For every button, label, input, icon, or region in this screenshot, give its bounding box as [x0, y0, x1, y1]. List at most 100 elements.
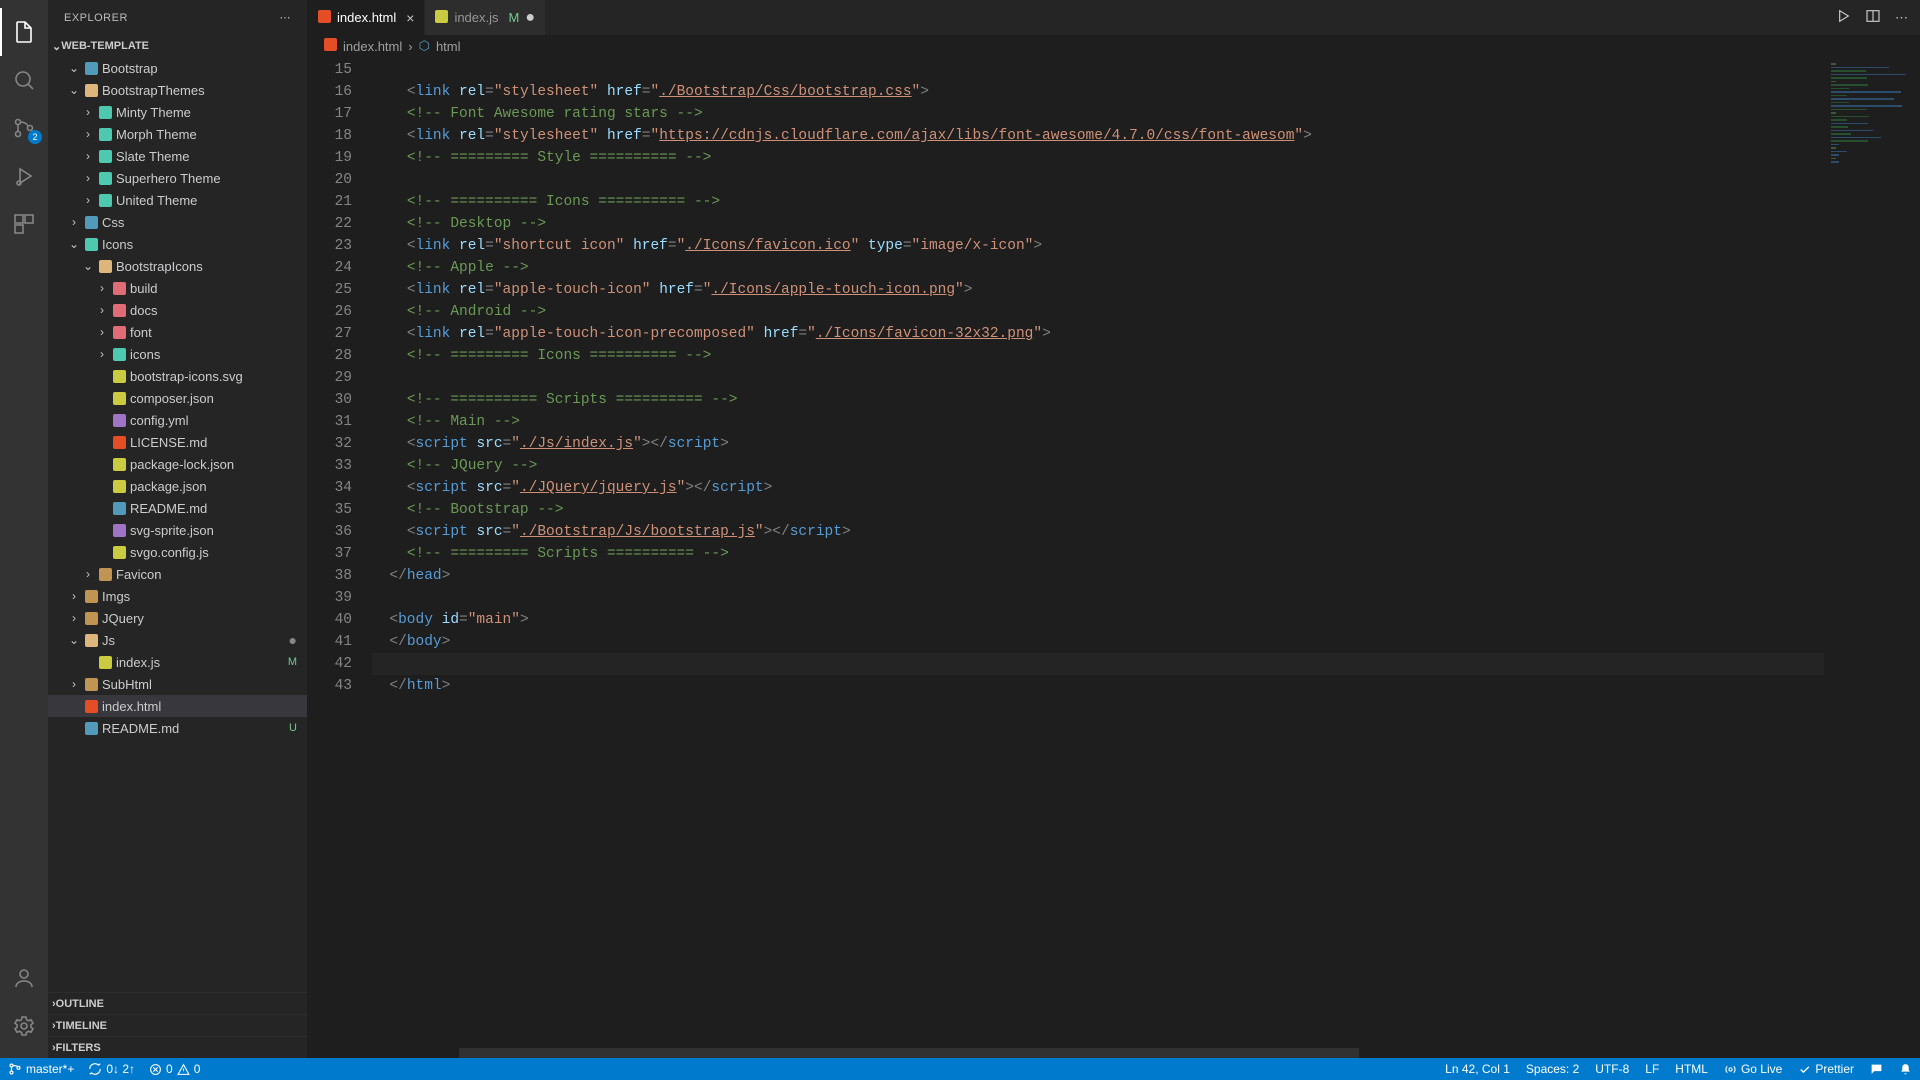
code-line[interactable]: </body>	[372, 631, 1824, 653]
filters-section[interactable]: ›FILTERS	[48, 1036, 307, 1058]
tree-item[interactable]: index.jsM	[48, 651, 307, 673]
editor-tab[interactable]: index.html×	[308, 0, 425, 35]
tree-item[interactable]: ›Css	[48, 211, 307, 233]
code-content[interactable]: <link rel="stylesheet" href="./Bootstrap…	[372, 57, 1824, 1058]
tree-item[interactable]: ⌄Icons	[48, 233, 307, 255]
tabs: index.html×index.jsM● ⋯	[308, 0, 1920, 35]
activity-source-control[interactable]: 2	[0, 104, 48, 152]
status-feedback-icon[interactable]	[1870, 1063, 1883, 1076]
tree-item[interactable]: ›Favicon	[48, 563, 307, 585]
status-problems[interactable]: 0 0	[149, 1062, 200, 1076]
tree-item[interactable]: ›Imgs	[48, 585, 307, 607]
tree-item[interactable]: ›Superhero Theme	[48, 167, 307, 189]
status-cursor[interactable]: Ln 42, Col 1	[1445, 1062, 1510, 1076]
chevron-icon: ›	[94, 325, 110, 339]
tree-item[interactable]: README.md	[48, 497, 307, 519]
code-line[interactable]: <link rel="shortcut icon" href="./Icons/…	[372, 235, 1824, 257]
tree-item[interactable]: ›build	[48, 277, 307, 299]
code-line[interactable]: </html>	[372, 675, 1824, 697]
activity-run-debug[interactable]	[0, 152, 48, 200]
code-line[interactable]	[372, 653, 1824, 675]
tree-item[interactable]: ›SubHtml	[48, 673, 307, 695]
code-line[interactable]: <!-- JQuery -->	[372, 455, 1824, 477]
activity-explorer[interactable]	[0, 8, 48, 56]
code-line[interactable]: <!-- Font Awesome rating stars -->	[372, 103, 1824, 125]
code-line[interactable]: <!-- Main -->	[372, 411, 1824, 433]
activity-extensions[interactable]	[0, 200, 48, 248]
code-line[interactable]: </head>	[372, 565, 1824, 587]
code-line[interactable]: <!-- ========= Scripts ========== -->	[372, 543, 1824, 565]
code-line[interactable]: <body id="main">	[372, 609, 1824, 631]
code-line[interactable]: <!-- ========= Style ========== -->	[372, 147, 1824, 169]
tree-item[interactable]: ›United Theme	[48, 189, 307, 211]
horizontal-scrollbar[interactable]	[372, 1048, 1824, 1058]
editor-body[interactable]: 1516171819202122232425262728293031323334…	[308, 57, 1920, 1058]
code-line[interactable]	[372, 367, 1824, 389]
code-line[interactable]	[372, 587, 1824, 609]
code-line[interactable]: <!-- ========= Icons ========== -->	[372, 345, 1824, 367]
status-golive[interactable]: Go Live	[1724, 1062, 1782, 1076]
timeline-section[interactable]: ›TIMELINE	[48, 1014, 307, 1036]
editor-tab[interactable]: index.jsM●	[425, 0, 546, 35]
status-encoding[interactable]: UTF-8	[1595, 1062, 1629, 1076]
status-eol[interactable]: LF	[1645, 1062, 1659, 1076]
tree-item[interactable]: ⌄Bootstrap	[48, 57, 307, 79]
sidebar-more-icon[interactable]: ⋯	[280, 11, 292, 24]
code-line[interactable]: <link rel="stylesheet" href="https://cdn…	[372, 125, 1824, 147]
code-line[interactable]: <link rel="apple-touch-icon-precomposed"…	[372, 323, 1824, 345]
code-line[interactable]: <!-- ========== Icons ========== -->	[372, 191, 1824, 213]
activity-search[interactable]	[0, 56, 48, 104]
code-line[interactable]: <!-- Bootstrap -->	[372, 499, 1824, 521]
tree-item[interactable]: package.json	[48, 475, 307, 497]
tree-item-label: index.html	[102, 699, 297, 714]
activity-settings[interactable]	[0, 1002, 48, 1050]
breadcrumbs[interactable]: index.html › ⬡ html	[308, 35, 1920, 57]
tree-item[interactable]: ›Minty Theme	[48, 101, 307, 123]
code-line[interactable]: <link rel="apple-touch-icon" href="./Ico…	[372, 279, 1824, 301]
tree-item[interactable]: ›docs	[48, 299, 307, 321]
tree-item[interactable]: index.html	[48, 695, 307, 717]
tree-item[interactable]: ⌄Js●	[48, 629, 307, 651]
tree-item[interactable]: ›font	[48, 321, 307, 343]
status-prettier[interactable]: Prettier	[1798, 1062, 1854, 1076]
code-line[interactable]	[372, 169, 1824, 191]
code-line[interactable]: <script src="./Bootstrap/Js/bootstrap.js…	[372, 521, 1824, 543]
status-sync[interactable]: 0↓ 2↑	[88, 1062, 135, 1076]
minimap[interactable]	[1824, 57, 1920, 1058]
tree-item[interactable]: ›Morph Theme	[48, 123, 307, 145]
code-line[interactable]: <!-- Android -->	[372, 301, 1824, 323]
code-line[interactable]: <link rel="stylesheet" href="./Bootstrap…	[372, 81, 1824, 103]
git-status: U	[289, 722, 297, 734]
tree-item[interactable]: ›Slate Theme	[48, 145, 307, 167]
tree-item[interactable]: composer.json	[48, 387, 307, 409]
tree-item[interactable]: bootstrap-icons.svg	[48, 365, 307, 387]
tree-item[interactable]: svg-sprite.json	[48, 519, 307, 541]
more-icon[interactable]: ⋯	[1895, 10, 1908, 26]
status-bell-icon[interactable]	[1899, 1063, 1912, 1076]
tree-item[interactable]: ›icons	[48, 343, 307, 365]
code-line[interactable]: <!-- Apple -->	[372, 257, 1824, 279]
close-icon[interactable]: ×	[406, 10, 414, 26]
code-line[interactable]: <!-- Desktop -->	[372, 213, 1824, 235]
code-line[interactable]: <script src="./Js/index.js"></script>	[372, 433, 1824, 455]
outline-section[interactable]: ›OUTLINE	[48, 992, 307, 1014]
tree-item[interactable]: LICENSE.md	[48, 431, 307, 453]
tree-item[interactable]: config.yml	[48, 409, 307, 431]
tree-item[interactable]: package-lock.json	[48, 453, 307, 475]
run-icon[interactable]	[1835, 8, 1851, 27]
tree-item[interactable]: ⌄BootstrapIcons	[48, 255, 307, 277]
scrollbar-thumb[interactable]	[459, 1048, 1359, 1058]
code-line[interactable]: <script src="./JQuery/jquery.js"></scrip…	[372, 477, 1824, 499]
project-root[interactable]: ⌄ WEB-TEMPLATE	[48, 35, 307, 57]
tree-item[interactable]: ⌄BootstrapThemes	[48, 79, 307, 101]
tree-item[interactable]: ›JQuery	[48, 607, 307, 629]
activity-accounts[interactable]	[0, 954, 48, 1002]
code-line[interactable]: <!-- ========== Scripts ========== -->	[372, 389, 1824, 411]
tree-item[interactable]: svgo.config.js	[48, 541, 307, 563]
tree-item[interactable]: README.mdU	[48, 717, 307, 739]
status-branch[interactable]: master*+	[8, 1062, 74, 1076]
status-language[interactable]: HTML	[1675, 1062, 1708, 1076]
code-line[interactable]	[372, 59, 1824, 81]
split-editor-icon[interactable]	[1865, 8, 1881, 27]
status-spaces[interactable]: Spaces: 2	[1526, 1062, 1579, 1076]
